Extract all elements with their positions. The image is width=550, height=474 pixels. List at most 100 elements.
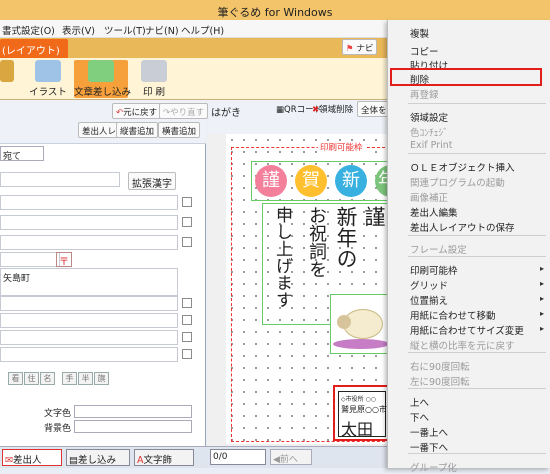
add-vertical-button[interactable]: 縦書追加: [116, 122, 159, 138]
mini-button-1[interactable]: 看: [8, 372, 23, 385]
bg-color-label: 背景色: [44, 424, 72, 434]
printable-label: 印刷可能枠: [318, 141, 365, 153]
tab-insert[interactable]: ▤差し込み: [66, 449, 130, 466]
stamp-mid-text: 鷲見原○○市: [341, 405, 387, 414]
postal-field[interactable]: [0, 252, 60, 267]
field-1[interactable]: [0, 195, 178, 210]
field-5[interactable]: [0, 313, 178, 328]
redo-label: やり直す: [170, 108, 205, 118]
menu-view[interactable]: 表示(V): [62, 23, 95, 37]
tab-sender[interactable]: ✉差出人: [2, 449, 62, 466]
menu-item-13[interactable]: 差出人レイアウトの保存: [410, 220, 515, 234]
menu-item-6[interactable]: 領域設定: [410, 110, 448, 124]
text-color-text: 文字色: [44, 409, 72, 419]
menu-item-10[interactable]: 関連プログラムの起動: [410, 175, 505, 189]
menu-item-2[interactable]: コピー: [410, 44, 439, 58]
menu-item-8[interactable]: Exif Print: [410, 140, 452, 151]
menu-format[interactable]: 書式設定(O): [2, 23, 55, 37]
field-2[interactable]: [0, 215, 178, 230]
circle-char-2: 賀: [295, 165, 327, 197]
page-counter: 0/0: [210, 449, 266, 465]
address-field[interactable]: 矢島町: [0, 268, 178, 296]
tab-layout[interactable]: (レイアウト): [0, 39, 68, 58]
print-button[interactable]: 印 刷: [134, 60, 174, 98]
bg-color-select[interactable]: [74, 420, 192, 433]
flower-bed-icon: [333, 339, 389, 349]
menu-tools[interactable]: ツール(T): [104, 23, 146, 37]
menu-item-1[interactable]: 複製: [410, 26, 429, 40]
mini-button-3[interactable]: 名: [40, 372, 55, 385]
menu-item-20[interactable]: 縦と横の比率を元に戻す: [410, 338, 515, 352]
menu-item-11[interactable]: 画像補正: [410, 190, 448, 204]
insert-text-button[interactable]: 文章差し込み: [74, 60, 131, 98]
mini-button-4[interactable]: 手: [62, 372, 77, 385]
redo-button[interactable]: ↷やり直す: [159, 103, 209, 119]
menu-item-25[interactable]: 一番上へ: [410, 425, 448, 439]
print-label: 印 刷: [142, 87, 166, 98]
prev-icon: ◀: [273, 455, 280, 465]
menu-item-16[interactable]: グリッド: [410, 278, 448, 292]
stamp-top-text: ◇市役所 ○○: [341, 396, 376, 403]
menu-item-21[interactable]: 右に90度回転: [410, 359, 470, 373]
menu-item-5[interactable]: 再登録: [410, 87, 439, 101]
canvas-toolbar: ↶元に戻す ↷やり直す はがき ▦QRコード ✖領域削除 全体を: [112, 100, 391, 134]
mini-button-2[interactable]: 住: [24, 372, 39, 385]
greeting-circles-frame[interactable]: 謹 賀 新 年: [251, 161, 392, 201]
view-select[interactable]: 全体を: [357, 101, 391, 117]
checkbox-1[interactable]: [182, 197, 192, 207]
menu-item-23[interactable]: 上へ: [410, 395, 429, 409]
prev-button[interactable]: ◀前へ: [270, 449, 312, 465]
delete-highlight-box: [390, 68, 542, 86]
checkbox-7[interactable]: [182, 349, 192, 359]
menu-item-22[interactable]: 左に90度回転: [410, 374, 470, 388]
left-panel: 差出人レイアウト 縦書追加 横書追加 宛て 拡張漢字 〒 矢島町 文字色 背景色: [0, 100, 206, 446]
qr-icon: ▦: [276, 105, 285, 115]
tab-address[interactable]: 宛て: [0, 146, 44, 162]
menu-item-18[interactable]: 用紙に合わせて移動: [410, 308, 496, 322]
illustration-icon: [35, 60, 61, 82]
text-deco-label: 文字飾: [143, 455, 173, 466]
field-3[interactable]: [0, 235, 178, 250]
undo-button[interactable]: ↶元に戻す: [112, 103, 162, 119]
menu-item-17[interactable]: 位置揃え: [410, 293, 448, 307]
menu-item-9[interactable]: ＯＬＥオブジェクト挿入: [410, 160, 515, 174]
add-horizontal-button[interactable]: 横書追加: [158, 122, 201, 138]
name-field[interactable]: [0, 172, 120, 187]
field-7[interactable]: [0, 347, 178, 362]
menu-item-12[interactable]: 差出人編集: [410, 205, 458, 219]
sender-tab-icon: ✉: [5, 455, 13, 466]
menu-item-14[interactable]: フレーム設定: [410, 242, 467, 256]
extended-kanji-button[interactable]: 拡張漢字: [128, 172, 176, 190]
menu-item-24[interactable]: 下へ: [410, 410, 429, 424]
menu-help[interactable]: ヘルプ(H): [181, 23, 224, 37]
delete-area-button[interactable]: ✖領域削除: [309, 101, 356, 117]
sender-stamp-frame[interactable]: ◇市役所 ○○ 鷲見原○○市 太田: [333, 385, 389, 441]
postal-icon[interactable]: 〒: [56, 252, 72, 268]
tab-text-decoration[interactable]: A文字飾: [134, 449, 194, 466]
mini-button-5[interactable]: 半: [78, 372, 93, 385]
field-6[interactable]: [0, 330, 178, 345]
menu-item-27[interactable]: グループ化: [410, 460, 457, 474]
checkbox-3[interactable]: [182, 237, 192, 247]
menu-item-19[interactable]: 用紙に合わせてサイズ変更: [410, 323, 524, 337]
checkbox-5[interactable]: [182, 315, 192, 325]
menu-item-15[interactable]: 印刷可能枠: [410, 263, 458, 277]
menu-item-26[interactable]: 一番下へ: [410, 440, 448, 454]
menu-item-7[interactable]: 色ｺﾝﾁｪｼﾞ: [410, 125, 448, 139]
illustration-button[interactable]: イラスト: [24, 60, 72, 98]
navi-button[interactable]: ⚑ ナビ: [342, 39, 378, 55]
menu-navi[interactable]: ナビ(N): [145, 23, 179, 37]
checkbox-6[interactable]: [182, 332, 192, 342]
context-menu: 複製 コピー 貼り付け 削除 再登録 領域設定 色ｺﾝﾁｪｼﾞ Exif Print ＯＬＥオブ…: [387, 20, 550, 474]
text-color-select[interactable]: [74, 405, 192, 418]
field-4[interactable]: [0, 296, 178, 311]
undo-label: 元に戻す: [123, 108, 158, 118]
checkbox-2[interactable]: [182, 217, 192, 227]
mini-button-6[interactable]: 旗: [94, 372, 109, 385]
frame-button[interactable]: [0, 60, 14, 98]
submenu-arrow-icon: ▸: [540, 294, 545, 303]
checkbox-4[interactable]: [182, 298, 192, 308]
submenu-arrow-icon: ▸: [540, 309, 545, 318]
sheep-head-icon: [337, 315, 351, 329]
sheep-illustration-frame[interactable]: [330, 294, 390, 354]
